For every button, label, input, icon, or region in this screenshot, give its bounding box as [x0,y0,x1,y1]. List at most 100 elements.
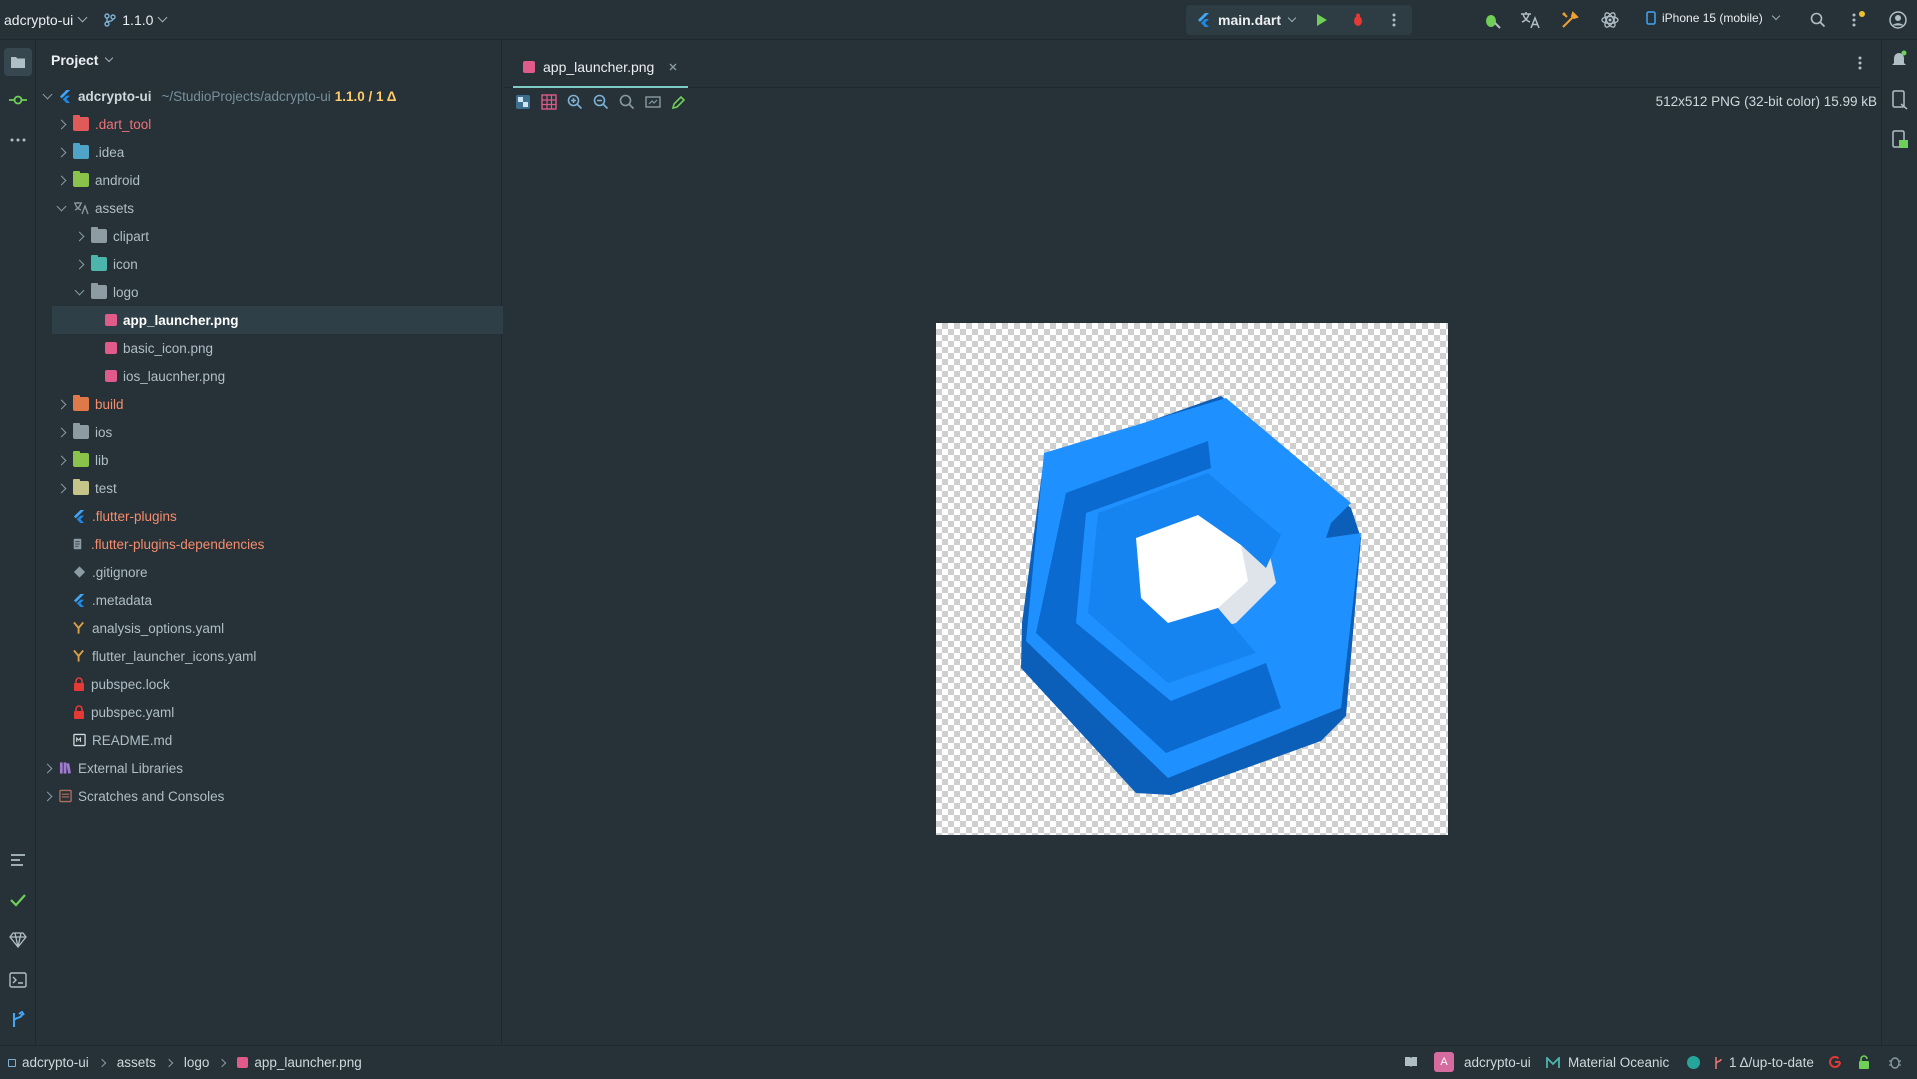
chevron-down-icon [1287,13,1297,23]
image-preview[interactable] [936,323,1448,835]
tree-item-readme-md[interactable]: README.md [37,726,492,754]
device-manager-icon [1892,90,1908,110]
ide-updates-button[interactable] [1846,8,1870,32]
tree-item-icon[interactable]: icon [37,250,492,278]
chevron-down-icon [105,53,114,63]
flutter-inspector-button[interactable] [1598,8,1622,32]
tree-item-clipart[interactable]: clipart [37,222,492,250]
yaml-file-icon [73,649,84,662]
tree-item-test[interactable]: test [37,474,492,502]
tree-item-pubspec-lock[interactable]: pubspec.lock [37,670,492,698]
tree-item-ios-laucnher-png[interactable]: ios_laucnher.png [37,362,492,390]
file-lock-toggle[interactable] [1858,1055,1870,1072]
structure-tool-button[interactable] [6,848,30,872]
tree-item-metadata[interactable]: .metadata [37,586,492,614]
run-button[interactable] [1310,8,1334,32]
theme-switcher[interactable]: Material Oceanic [1546,1055,1701,1070]
vcs-status[interactable]: 1 Δ/up-to-date [1713,1055,1814,1070]
tree-item-scratches-and-consoles[interactable]: Scratches and Consoles [37,782,492,810]
tree-item-dart-tool[interactable]: .dart_tool [37,110,492,138]
tree-item-lib[interactable]: lib [37,446,492,474]
more-tools-button[interactable] [6,128,30,152]
more-actions-button[interactable] [1382,8,1406,32]
tree-item-flutter-launcher-icons-yaml[interactable]: flutter_launcher_icons.yaml [37,642,492,670]
tree-item-pubspec-yaml[interactable]: pubspec.yaml [37,698,492,726]
tree-item-assets[interactable]: assets [37,194,492,222]
status-project-name: adcrypto-ui [1464,1054,1531,1070]
fit-zoom-icon[interactable] [645,94,661,110]
tree-item-label: pubspec.lock [91,676,170,692]
tree-item-basic-icon-png[interactable]: basic_icon.png [37,334,492,362]
google-account-button[interactable] [1828,1055,1842,1072]
notifications-button[interactable] [1890,50,1908,71]
tree-item-label: .idea [95,144,125,160]
root-name: adcrypto-ui [78,88,152,104]
test-folder-icon [73,479,89,495]
build-tools-button[interactable] [1558,8,1582,32]
chevron-right-icon [56,483,66,493]
device-manager-button[interactable] [1891,90,1909,113]
editor-tab-app-launcher[interactable]: app_launcher.png [513,48,689,88]
tab-actions-button[interactable] [1858,56,1862,73]
chevron-down-icon [1771,11,1780,21]
readonly-toggle[interactable] [1404,1055,1418,1072]
tree-item-logo[interactable]: logo [37,278,492,306]
tree-item-ios[interactable]: ios [37,418,492,446]
close-icon[interactable] [668,62,678,72]
zoom-in-icon[interactable] [567,94,583,110]
tree-item-flutter-plugins[interactable]: .flutter-plugins [37,502,492,530]
actual-size-icon[interactable] [619,94,635,110]
tab-label: app_launcher.png [543,59,655,75]
run-configuration-selector[interactable]: main.dart [1186,5,1412,35]
project-tool-button[interactable] [4,48,32,76]
chevron-right-icon [56,175,66,185]
folder-icon [91,283,107,299]
zoom-out-icon[interactable] [593,94,609,110]
tree-item-flutter-plugins-dependencies[interactable]: .flutter-plugins-dependencies [37,530,492,558]
tree-item-build[interactable]: build [37,390,492,418]
terminal-icon [9,972,27,988]
breadcrumb-item[interactable]: assets [117,1055,156,1070]
translate-button[interactable] [1518,8,1542,32]
tree-item-app-launcher-png[interactable]: app_launcher.png [52,306,530,334]
dart-analysis-tool-button[interactable] [6,928,30,952]
todo-tool-button[interactable] [6,888,30,912]
attach-debugger-button[interactable] [1480,8,1504,32]
color-picker-icon[interactable] [671,94,687,110]
commit-tool-button[interactable] [6,88,30,112]
debug-button[interactable] [1346,8,1370,32]
material-theme-icon [1546,1056,1560,1068]
branch-selector[interactable]: 1.1.0 [104,12,168,28]
account-button[interactable] [1886,8,1910,32]
git-tool-button[interactable] [6,1008,30,1032]
tree-item-android[interactable]: android [37,166,492,194]
tree-root-row[interactable]: adcrypto-ui ~/StudioProjects/adcrypto-ui… [37,82,492,110]
breadcrumb: adcrypto-ui assets logo app_launcher.png [8,1055,362,1070]
project-selector[interactable]: adcrypto-ui [4,12,88,28]
memory-indicator-button[interactable] [1888,1055,1902,1072]
tree-item-gitignore[interactable]: .gitignore [37,558,492,586]
tree-item-label: .flutter-plugins [92,508,177,524]
editor-tab-bar: app_launcher.png [503,40,1880,88]
breadcrumb-item[interactable]: logo [184,1055,210,1070]
chessboard-toggle-icon[interactable] [515,94,531,110]
terminal-tool-button[interactable] [6,968,30,992]
commit-icon [9,95,27,105]
grid-toggle-icon[interactable] [541,94,557,110]
device-selector[interactable]: iPhone 15 (mobile) [1646,11,1780,25]
tree-item-analysis-options-yaml[interactable]: analysis_options.yaml [37,614,492,642]
tree-item-label: .gitignore [92,564,148,580]
source-folder-icon [73,451,89,467]
tree-item-idea[interactable]: .idea [37,138,492,166]
module-icon [8,1058,16,1067]
breadcrumb-item[interactable]: app_launcher.png [254,1055,361,1070]
project-switcher[interactable]: A adcrypto-ui [1434,1052,1531,1072]
gitignore-icon [73,566,86,578]
project-panel-header[interactable]: Project [51,52,114,68]
search-button[interactable] [1806,8,1830,32]
breadcrumb-item[interactable]: adcrypto-ui [22,1055,89,1070]
running-devices-button[interactable] [1891,130,1909,153]
tree-item-external-libraries[interactable]: External Libraries [37,754,492,782]
folder-icon [91,227,107,243]
root-vcs-status: 1.1.0 / 1 Δ [334,88,397,104]
